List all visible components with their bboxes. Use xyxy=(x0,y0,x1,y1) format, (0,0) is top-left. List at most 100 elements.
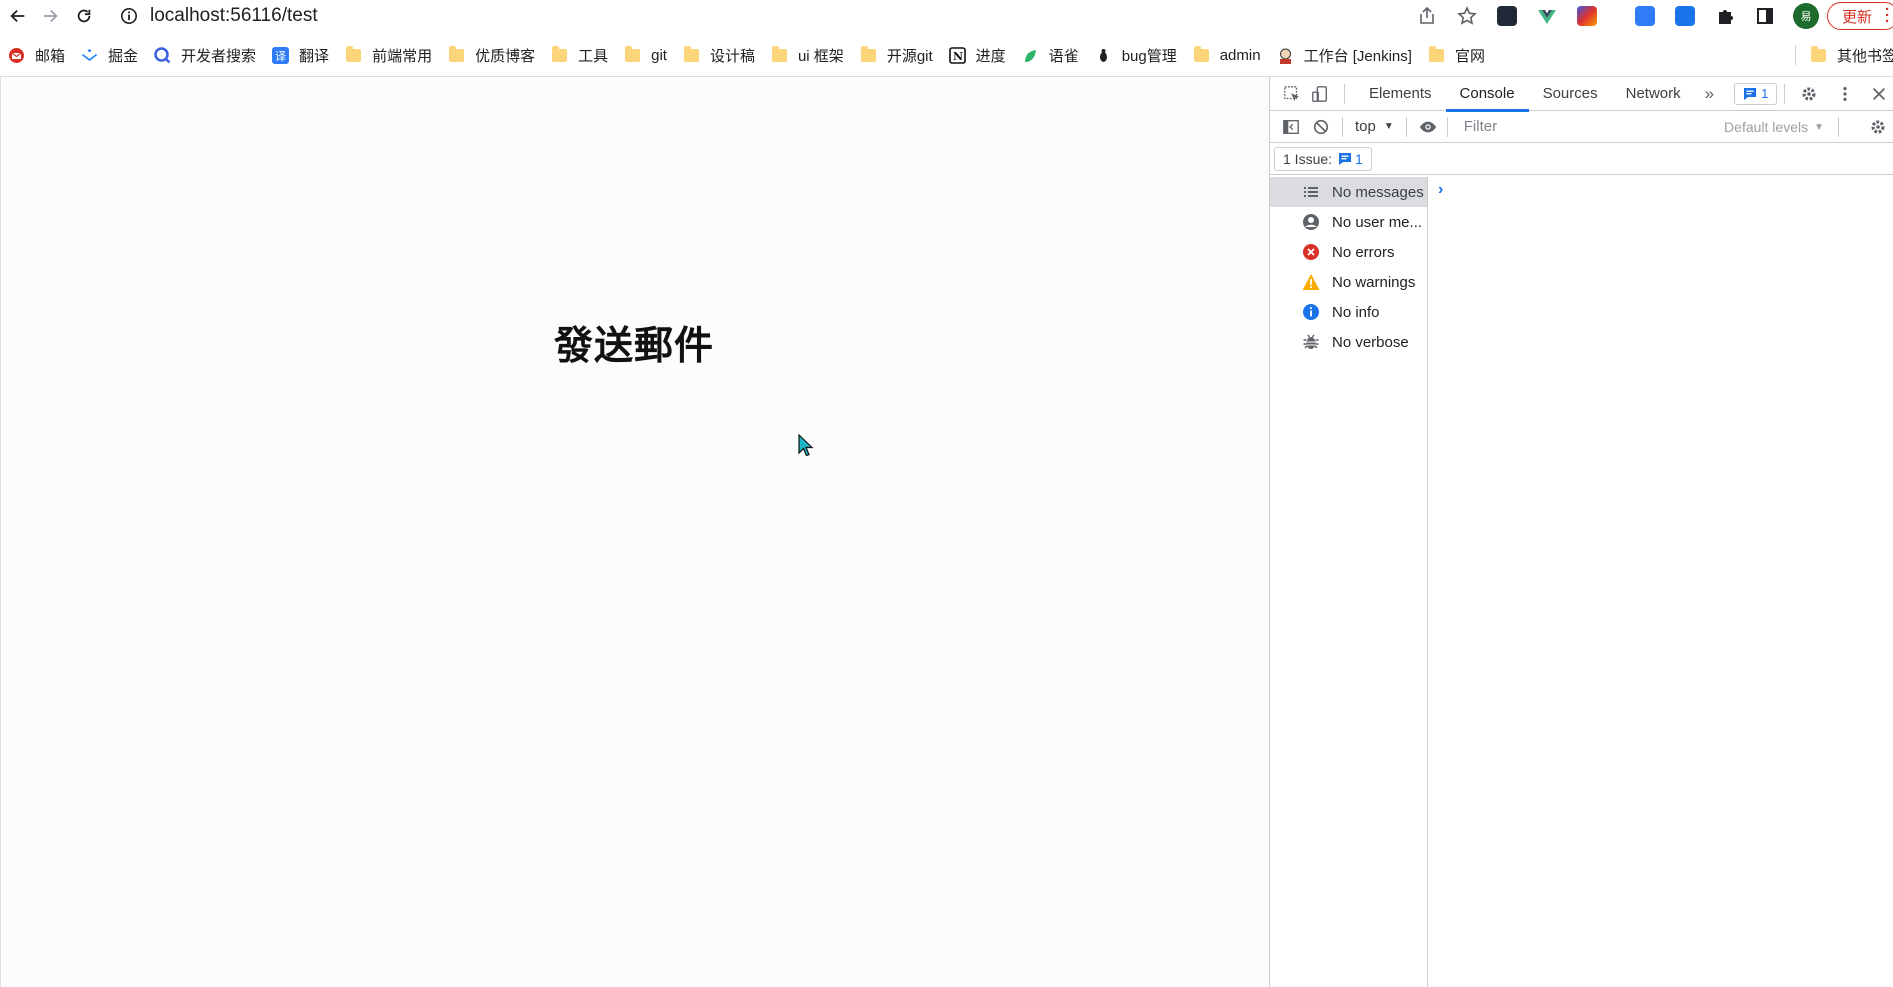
other-bookmarks-area: 其他书签 xyxy=(1789,40,1893,70)
bookmark-label: admin xyxy=(1219,46,1261,64)
bug-verbose-icon xyxy=(1302,333,1320,351)
live-expression-button[interactable] xyxy=(1413,113,1443,141)
bookmark-item[interactable]: bug管理 xyxy=(1087,41,1185,69)
extensions-button[interactable] xyxy=(1705,2,1745,30)
sidebar-item-user[interactable]: No user me... xyxy=(1270,207,1427,237)
issues-chip[interactable]: 1 Issue: 1 xyxy=(1274,146,1372,171)
bookmark-item[interactable]: 掘金 xyxy=(73,41,146,69)
customize-menu-button[interactable] xyxy=(1831,80,1859,108)
list-icon xyxy=(1302,183,1320,201)
console-settings-button[interactable] xyxy=(1863,113,1893,141)
extension-5-button[interactable] xyxy=(1665,2,1705,30)
sidebar-item-bug-verbose[interactable]: No verbose xyxy=(1270,327,1427,357)
search-icon xyxy=(154,46,171,64)
bookmark-item[interactable]: N 进度 xyxy=(941,41,1014,69)
url-text[interactable]: localhost:56116/test xyxy=(150,5,318,27)
sidebar-item-warning[interactable]: No warnings xyxy=(1270,267,1427,297)
dropdown-arrow-icon: ▼ xyxy=(1383,121,1394,132)
error-icon xyxy=(1302,243,1320,261)
sidebar-item-list[interactable]: No messages xyxy=(1270,177,1427,207)
bookmark-label: 开发者搜索 xyxy=(181,47,257,65)
extension-1-button[interactable] xyxy=(1487,2,1527,30)
clear-console-button[interactable] xyxy=(1306,113,1336,141)
address-bar[interactable]: localhost:56116/test xyxy=(120,2,318,30)
toolbar-actions: 易 更新 · · · xyxy=(1407,0,1893,32)
console-output[interactable]: › xyxy=(1428,177,1893,987)
user-icon xyxy=(1302,213,1320,231)
bookmark-item[interactable]: 官网 xyxy=(1420,41,1493,69)
context-select[interactable]: top ▼ xyxy=(1349,118,1400,135)
tab-divider xyxy=(1344,83,1345,104)
bookmark-star-button[interactable] xyxy=(1447,2,1487,30)
update-button[interactable]: 更新 · · · xyxy=(1826,1,1893,30)
bookmark-item[interactable]: 设计稿 xyxy=(675,41,763,69)
bookmark-item[interactable]: 开发者搜索 xyxy=(146,41,264,69)
sidebar-toggle-icon xyxy=(1283,119,1299,134)
close-devtools-button[interactable] xyxy=(1865,80,1893,108)
bookmark-item[interactable]: admin xyxy=(1185,41,1269,69)
bookmark-label: 工具 xyxy=(578,47,609,65)
log-levels-select[interactable]: Default levels ▼ xyxy=(1724,111,1839,143)
sidebar-item-label: No user me... xyxy=(1332,213,1423,231)
bookmark-item[interactable]: 译翻译 xyxy=(264,41,337,69)
menu-dots-icon: · · · xyxy=(1885,1,1890,30)
extension-3-button[interactable] xyxy=(1567,2,1607,30)
side-panel-button[interactable] xyxy=(1745,2,1785,30)
other-bookmarks-label: 其他书签 xyxy=(1837,47,1893,65)
bookmark-item[interactable]: 优质博客 xyxy=(440,41,543,69)
sidebar-item-info[interactable]: No info xyxy=(1270,297,1427,327)
folder-icon xyxy=(1810,45,1827,64)
other-bookmarks-folder[interactable]: 其他书签 xyxy=(1802,41,1893,69)
more-tabs-chevron-icon[interactable]: » xyxy=(1695,84,1724,104)
reload-button[interactable] xyxy=(70,2,98,30)
page-viewport: 發送郵件 xyxy=(0,77,1269,987)
bookmark-item[interactable]: git xyxy=(616,41,675,69)
sidebar-item-label: No messages xyxy=(1332,183,1424,201)
bookmark-label: 翻译 xyxy=(299,47,330,65)
bookmark-label: bug管理 xyxy=(1121,47,1177,65)
reload-icon xyxy=(77,9,91,23)
bookmark-item[interactable]: ui 框架 xyxy=(763,41,852,69)
forward-button[interactable] xyxy=(36,2,64,30)
tab-sources[interactable]: Sources xyxy=(1529,77,1612,111)
yuque-icon xyxy=(1022,47,1039,64)
update-label: 更新 xyxy=(1841,8,1872,26)
bookmark-item[interactable]: 工作台 [Jenkins] xyxy=(1269,41,1420,69)
sidebar-item-error[interactable]: No errors xyxy=(1270,237,1427,267)
info-icon xyxy=(1302,303,1320,321)
sidebar-item-label: No errors xyxy=(1332,243,1395,261)
bookmark-item[interactable]: 语雀 xyxy=(1014,41,1087,69)
warning-icon xyxy=(1302,273,1320,291)
device-toolbar-button[interactable] xyxy=(1306,80,1334,108)
extension-vue-button[interactable] xyxy=(1527,2,1567,30)
bookmarks-divider xyxy=(1795,45,1796,65)
back-button[interactable] xyxy=(4,2,32,30)
tab-network[interactable]: Network xyxy=(1612,77,1695,111)
gear-icon xyxy=(1802,87,1816,101)
extension-4-button[interactable] xyxy=(1625,2,1665,30)
console-toolbar: top ▼ Default levels ▼ xyxy=(1270,111,1893,143)
console-filter-input[interactable] xyxy=(1463,118,1664,135)
tab-console[interactable]: Console xyxy=(1445,77,1529,112)
bookmark-item[interactable]: 工具 xyxy=(543,41,616,69)
bookmark-label: 掘金 xyxy=(108,47,139,65)
issues-badge[interactable]: 1 xyxy=(1734,82,1778,105)
arrow-left-icon xyxy=(10,9,25,23)
inspect-icon xyxy=(1284,85,1300,101)
bookmark-item[interactable]: 邮箱 xyxy=(0,41,73,69)
settings-button[interactable] xyxy=(1795,80,1823,108)
folder-icon xyxy=(1193,45,1210,64)
inspect-element-button[interactable] xyxy=(1278,80,1306,108)
site-info-icon[interactable] xyxy=(120,7,138,25)
share-button[interactable] xyxy=(1407,2,1447,30)
profile-avatar[interactable]: 易 xyxy=(1792,3,1819,29)
toggle-sidebar-button[interactable] xyxy=(1276,113,1306,141)
mouse-cursor-icon xyxy=(798,434,814,457)
folder-icon xyxy=(448,45,465,64)
levels-divider xyxy=(1838,117,1839,137)
issues-row: 1 Issue: 1 xyxy=(1270,143,1893,175)
bookmark-item[interactable]: 前端常用 xyxy=(337,41,440,69)
devtools-actions xyxy=(1774,77,1893,111)
bookmark-item[interactable]: 开源git xyxy=(852,41,941,69)
tab-elements[interactable]: Elements xyxy=(1355,77,1446,111)
